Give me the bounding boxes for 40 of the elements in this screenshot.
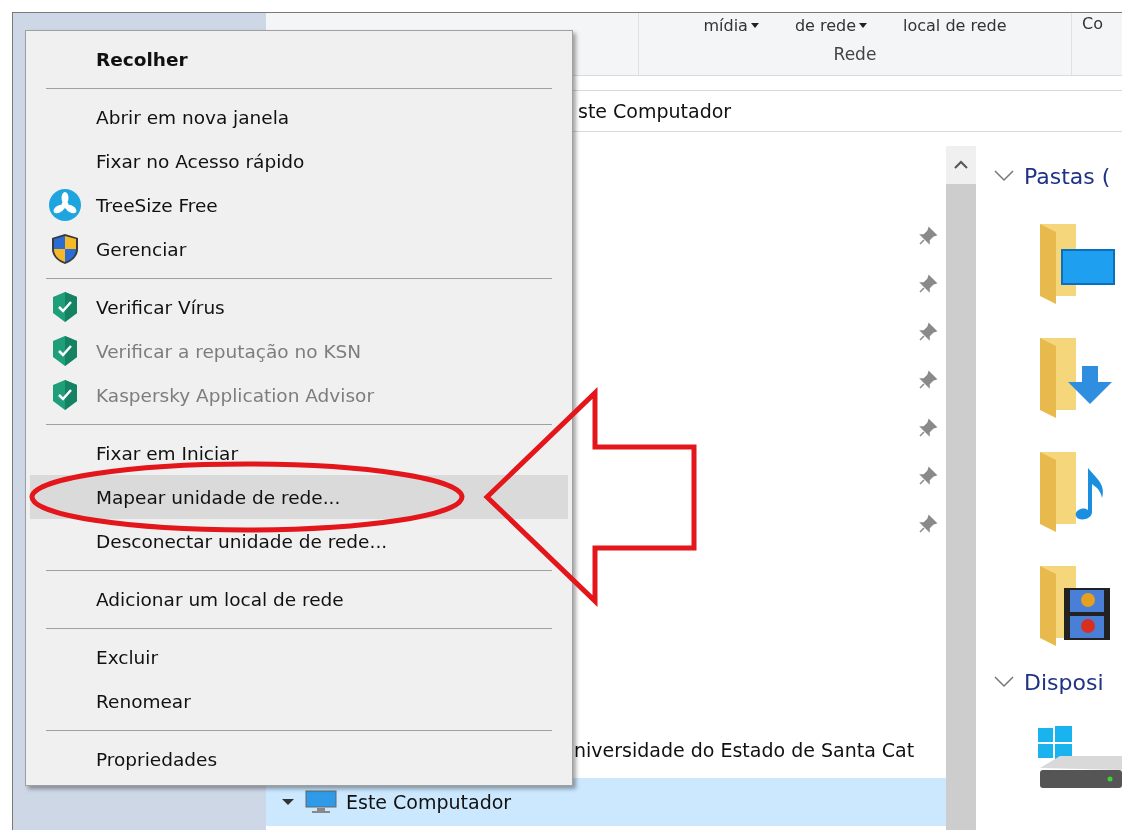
chevron-down-icon[interactable] <box>994 170 1014 182</box>
menu-item[interactable]: Verificar Vírus <box>30 285 568 329</box>
menu-item[interactable]: Renomear <box>30 679 568 723</box>
pin-icon[interactable] <box>918 514 938 534</box>
section-header[interactable]: Disposi <box>994 660 1122 704</box>
shield-check-icon <box>52 291 78 323</box>
drive-icon[interactable] <box>1036 726 1122 790</box>
menu-item[interactable]: Mapear unidade de rede... <box>30 475 568 519</box>
chevron-down-icon[interactable] <box>280 797 296 807</box>
nav-item[interactable]: Este Computador <box>266 778 946 826</box>
pin-icon[interactable] <box>918 466 938 486</box>
menu-item[interactable]: Abrir em nova janela <box>30 95 568 139</box>
menu-item[interactable]: Recolher <box>30 37 568 81</box>
section-header[interactable]: Pastas ( <box>994 154 1122 198</box>
pin-icon[interactable] <box>918 322 938 342</box>
ribbon-group-label: Rede <box>833 44 877 64</box>
scrollbar[interactable] <box>946 146 976 830</box>
menu-item[interactable]: Adicionar um local de rede <box>30 577 568 621</box>
menu-item[interactable]: Excluir <box>30 635 568 679</box>
ribbon-button[interactable]: Co <box>1082 14 1103 33</box>
menu-item[interactable]: Desconectar unidade de rede... <box>30 519 568 563</box>
menu-item[interactable]: TreeSize Free <box>30 183 568 227</box>
shield-icon <box>50 233 80 265</box>
monitor-icon <box>304 789 338 815</box>
pin-icon[interactable] <box>918 274 938 294</box>
ribbon-button[interactable]: de rede <box>794 14 868 36</box>
pin-icon[interactable] <box>918 418 938 438</box>
pin-icon[interactable] <box>918 226 938 246</box>
menu-item[interactable]: Fixar no Acesso rápido <box>30 139 568 183</box>
chevron-down-icon[interactable] <box>994 676 1014 688</box>
menu-item[interactable]: Gerenciar <box>30 227 568 271</box>
ribbon-button[interactable]: mídia <box>703 14 759 36</box>
menu-item[interactable]: Propriedades <box>30 737 568 781</box>
menu-item[interactable]: Fixar em Iniciar <box>30 431 568 475</box>
scroll-up-icon[interactable] <box>954 160 968 170</box>
ribbon-button[interactable]: local de rede <box>903 14 1007 36</box>
shield-check-icon <box>52 335 78 367</box>
shield-check-icon <box>52 379 78 411</box>
treesize-logo-icon <box>49 189 81 221</box>
pin-icon[interactable] <box>918 370 938 390</box>
